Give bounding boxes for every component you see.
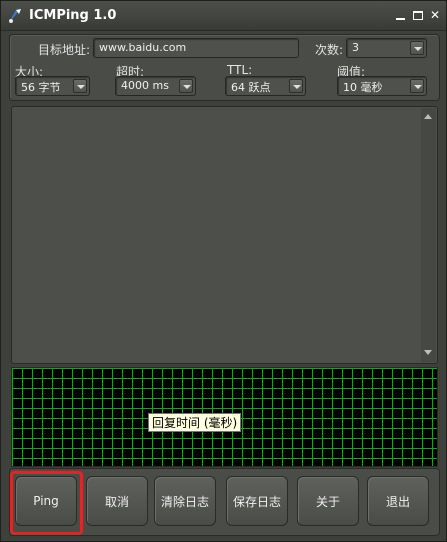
- main-window: ICMPing 1.0 ✕ 目标地址: www.baidu.com 次数: 3 …: [0, 0, 447, 542]
- count-label: 次数:: [315, 43, 344, 57]
- about-button[interactable]: 关于: [297, 476, 359, 526]
- maximize-icon[interactable]: [411, 8, 425, 22]
- save-log-button[interactable]: 保存日志: [226, 476, 288, 526]
- close-icon[interactable]: ✕: [428, 8, 442, 22]
- chevron-down-icon[interactable]: [73, 79, 87, 93]
- title-bar[interactable]: ICMPing 1.0 ✕: [1, 1, 446, 31]
- target-address-label: 目标地址:: [38, 43, 91, 57]
- count-select[interactable]: 3: [346, 38, 427, 58]
- timeout-value: 4000 ms: [121, 79, 169, 92]
- timeout-select[interactable]: 4000 ms: [115, 76, 196, 96]
- target-address-input[interactable]: www.baidu.com: [93, 38, 299, 58]
- count-value: 3: [352, 41, 359, 54]
- chevron-down-icon[interactable]: [410, 79, 424, 93]
- threshold-select[interactable]: 10 毫秒: [337, 76, 427, 96]
- window-title: ICMPing 1.0: [29, 8, 117, 23]
- ttl-select[interactable]: 64 跃点: [225, 76, 306, 96]
- ttl-label: TTL:: [227, 63, 253, 77]
- chevron-down-icon[interactable]: [289, 79, 303, 93]
- log-area[interactable]: [11, 106, 438, 364]
- size-value: 56 字节: [21, 81, 61, 94]
- graph-tooltip: 回复时间 (毫秒): [148, 413, 242, 432]
- ping-button-highlight: [10, 471, 83, 535]
- scroll-down-icon[interactable]: [421, 346, 436, 360]
- cancel-button[interactable]: 取消: [86, 476, 148, 526]
- ttl-value: 64 跃点: [231, 81, 271, 94]
- exit-button[interactable]: 退出: [367, 476, 429, 526]
- scroll-up-icon[interactable]: [421, 110, 436, 124]
- threshold-value: 10 毫秒: [343, 81, 383, 94]
- chevron-down-icon[interactable]: [410, 41, 424, 55]
- target-address-value: www.baidu.com: [99, 41, 187, 54]
- app-icon: [9, 9, 21, 23]
- clear-log-button[interactable]: 清除日志: [154, 476, 216, 526]
- minimize-icon[interactable]: [394, 8, 408, 22]
- chevron-down-icon[interactable]: [179, 79, 193, 93]
- size-select[interactable]: 56 字节: [15, 76, 90, 96]
- log-scrollbar[interactable]: [421, 108, 436, 362]
